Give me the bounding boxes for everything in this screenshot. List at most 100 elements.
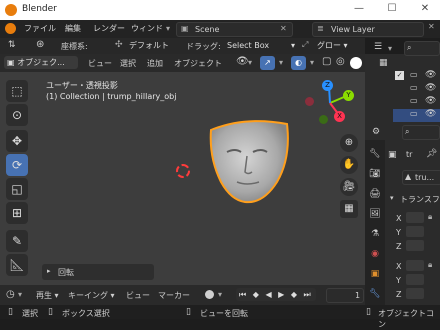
xray-icon[interactable]: ▢ <box>322 56 331 67</box>
coord-dropdown[interactable]: デフォルト ▾ <box>126 39 178 63</box>
rotation-x-field[interactable] <box>406 260 424 271</box>
chevron-down-icon[interactable]: ▾ <box>166 24 170 33</box>
move-tool-icon[interactable]: ✥ <box>6 130 28 152</box>
object-tab-icon[interactable]: ▣ <box>367 266 383 282</box>
gizmo-neg-x-icon[interactable] <box>305 97 314 106</box>
gizmo-neg-y-icon[interactable] <box>319 115 328 124</box>
minimize-icon[interactable]: — <box>352 3 366 17</box>
world-tab-icon[interactable]: ◉ <box>367 246 383 262</box>
eye-icon[interactable]: 👁︎ <box>425 109 436 119</box>
chevron-down-icon[interactable]: ▾ <box>279 58 283 67</box>
cursor-tool-icon[interactable]: ⊙ <box>6 104 28 126</box>
scene-tab-icon[interactable]: ⚗ <box>367 226 383 242</box>
outliner-row-light[interactable]: ▭ 👁︎ <box>393 96 440 109</box>
location-x-field[interactable] <box>406 212 424 223</box>
frame-field[interactable]: 1 <box>326 288 364 303</box>
overlay-toggle-icon[interactable]: ◐ <box>291 56 306 70</box>
select-tool-icon[interactable]: ⬚ <box>6 80 28 102</box>
pivot-icon[interactable]: ⊛ <box>36 39 44 50</box>
gizmo-toggle-icon[interactable]: ↗ <box>260 56 275 70</box>
last-operation-panel[interactable]: ▸ 回転 <box>42 264 154 280</box>
global-dropdown[interactable]: グロー ▾ <box>314 39 364 52</box>
chevron-down-icon[interactable]: ▾ <box>310 58 314 67</box>
transform-icon[interactable]: ⇅ <box>8 40 16 50</box>
marker-menu[interactable]: マーカー <box>158 290 190 301</box>
menu-select[interactable]: 選択 <box>120 58 136 69</box>
transform-panel-label[interactable]: トランスフ <box>400 194 440 205</box>
outliner-filter-icon[interactable]: ☰ <box>374 42 382 52</box>
drag-dropdown[interactable]: Select Box ▾ <box>224 39 298 52</box>
gizmo-y-icon[interactable]: Y <box>343 90 354 101</box>
outliner-row-mesh[interactable]: ▭ 👁︎ <box>393 109 440 122</box>
solid-shading-icon[interactable] <box>350 57 362 69</box>
eye-icon[interactable]: 👁︎ <box>425 83 436 93</box>
3d-cursor-icon[interactable] <box>176 164 190 178</box>
rotation-y-field[interactable] <box>406 274 424 285</box>
visibility-icon[interactable]: 👁︎ <box>236 56 249 67</box>
checkbox-icon[interactable]: ✓ <box>395 71 404 80</box>
grid-icon[interactable]: ▦ <box>340 200 358 218</box>
eye-icon[interactable]: 👁︎ <box>425 70 436 80</box>
properties-editor-icon[interactable]: ⚙ <box>372 127 380 137</box>
gizmo-x-icon[interactable]: X <box>334 111 345 122</box>
location-z-field[interactable] <box>406 240 424 251</box>
chevron-down-icon[interactable]: ▾ <box>388 44 392 53</box>
pan-hand-icon[interactable]: ✋ <box>340 156 358 174</box>
tool-tab-icon[interactable]: 🔧︎ <box>367 146 383 162</box>
transform-tool-icon[interactable]: ⊞ <box>6 202 28 224</box>
outliner-search-input[interactable]: ⌕ <box>404 41 440 56</box>
lock-icon[interactable]: 🔒︎ <box>428 260 432 270</box>
scene-field[interactable]: ▣ Scene ✕ <box>176 22 293 37</box>
eye-icon[interactable]: 👁︎ <box>425 96 436 106</box>
chevron-down-icon[interactable]: ▾ <box>18 290 22 299</box>
modifier-tab-icon[interactable]: 🔧︎ <box>367 286 383 302</box>
rotation-z-field[interactable] <box>406 288 424 299</box>
maximize-icon[interactable]: ☐ <box>385 3 399 17</box>
outliner-row-collection[interactable]: ✓ ▭ 👁︎ <box>393 70 440 83</box>
playback-controls[interactable]: ⏮ ◆ ◀ ▶ ◆ ⏭ <box>236 288 316 301</box>
rotate-tool-icon[interactable]: ⟳ <box>6 154 28 176</box>
menu-window[interactable]: ウィンド <box>131 23 163 34</box>
render-tab-icon[interactable]: 📷︎ <box>367 166 383 182</box>
scale-tool-icon[interactable]: ◱ <box>6 178 28 200</box>
blender-menu-icon[interactable] <box>5 23 16 34</box>
close-icon[interactable]: ✕ <box>418 3 432 17</box>
menu-view[interactable]: ビュー <box>88 58 112 69</box>
location-y-field[interactable] <box>406 226 424 237</box>
camera-icon[interactable]: 🎥︎ <box>340 178 358 196</box>
chevron-down-icon[interactable]: ▾ <box>390 194 394 202</box>
menu-object[interactable]: オブジェクト <box>174 58 222 69</box>
3d-viewport[interactable]: ユーザー・透視投影 (1) Collection | trump_hillary… <box>0 72 365 285</box>
face-mesh-object[interactable] <box>205 118 291 206</box>
zoom-icon[interactable]: ⊕ <box>340 134 358 152</box>
annotate-tool-icon[interactable]: ✎ <box>6 230 28 252</box>
close-icon[interactable]: ✕ <box>280 24 287 33</box>
view-layer-field[interactable]: ≣ View Layer <box>312 22 424 37</box>
navigation-gizmo[interactable]: Z Y X <box>300 78 360 130</box>
lock-icon[interactable]: 🔒︎ <box>428 212 432 222</box>
expand-icon[interactable]: ▸ <box>47 267 51 275</box>
properties-search-input[interactable]: ⌕ <box>402 125 440 140</box>
menu-render[interactable]: レンダー <box>93 23 125 34</box>
view-layer-tab-icon[interactable]: 🖼︎ <box>367 206 383 222</box>
keying-menu[interactable]: キーイング ▾ <box>68 290 115 301</box>
menu-add[interactable]: 追加 <box>147 58 163 69</box>
menu-edit[interactable]: 編集 <box>65 23 81 34</box>
object-name-field[interactable]: ▲ tru... <box>402 170 440 185</box>
chevron-down-icon[interactable]: ▾ <box>218 290 222 299</box>
wireframe-shading-icon[interactable]: ◎ <box>336 56 345 67</box>
gizmo-z-icon[interactable]: Z <box>322 80 333 91</box>
outliner-row-camera[interactable]: ▭ 👁︎ <box>393 83 440 96</box>
pin-icon[interactable]: 📌︎ <box>426 149 437 159</box>
playback-menu[interactable]: 再生 ▾ <box>36 290 59 301</box>
menu-file[interactable]: ファイル <box>24 23 56 34</box>
outliner-row-scene[interactable]: ▦ <box>376 57 440 70</box>
chevron-down-icon[interactable]: ▾ <box>248 58 252 67</box>
record-icon[interactable] <box>205 290 214 299</box>
mode-dropdown[interactable]: ▣ オブジェク... <box>4 56 78 69</box>
measure-tool-icon[interactable]: 📐︎ <box>6 254 28 276</box>
output-tab-icon[interactable]: 🖨︎ <box>367 186 383 202</box>
timeline-view-menu[interactable]: ビュー <box>126 290 150 301</box>
clock-icon[interactable]: ◷ <box>6 289 15 300</box>
close-icon[interactable]: ✕ <box>428 22 435 31</box>
